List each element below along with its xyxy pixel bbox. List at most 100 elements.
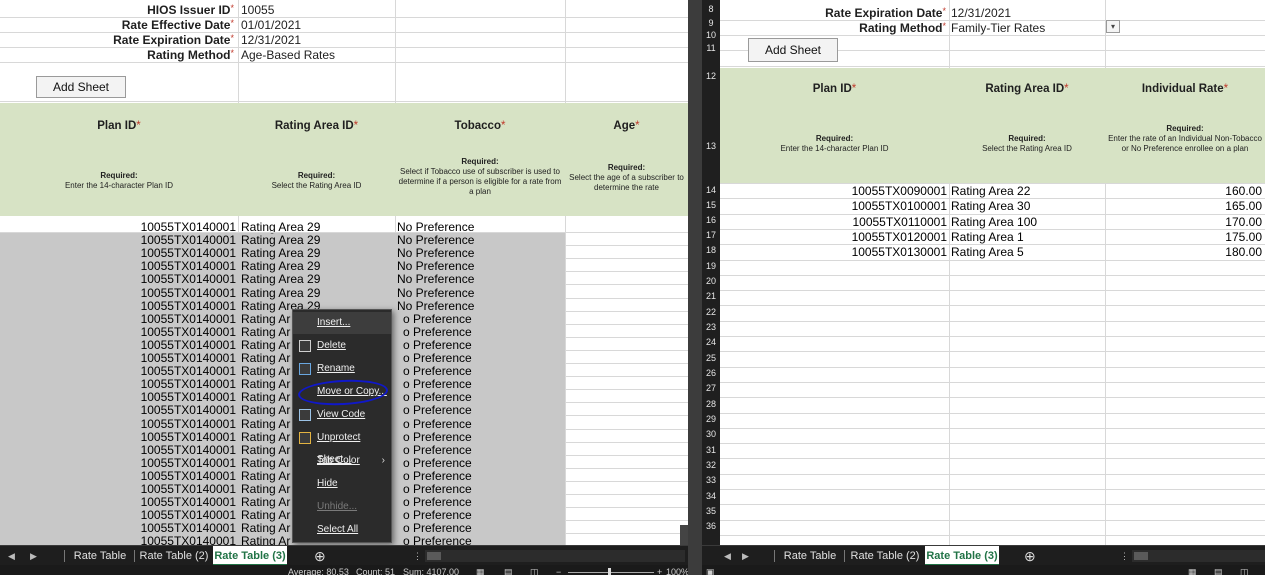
- rating-area-cell[interactable]: Rating Area 5: [951, 245, 1101, 259]
- row-number[interactable]: 23: [702, 321, 720, 334]
- rating-area-cell[interactable]: Rating Area 29: [241, 246, 391, 260]
- plan-id-cell[interactable]: 10055TX0140001: [0, 338, 236, 352]
- tobacco-cell[interactable]: o Preference: [403, 338, 563, 352]
- plan-id-cell[interactable]: 10055TX0100001: [722, 199, 947, 213]
- normal-view-icon[interactable]: ▦: [1188, 565, 1197, 575]
- tobacco-cell[interactable]: o Preference: [403, 508, 563, 522]
- more-options-icon[interactable]: ⋮: [413, 546, 422, 566]
- row-number[interactable]: 12: [702, 70, 720, 83]
- add-sheet-button-right[interactable]: Add Sheet: [748, 38, 838, 62]
- plan-id-cell[interactable]: 10055TX0140001: [0, 417, 236, 431]
- row-number[interactable]: 17: [702, 229, 720, 242]
- tobacco-cell[interactable]: No Preference: [397, 246, 562, 260]
- rating-area-cell[interactable]: Rating Ar: [241, 403, 292, 417]
- tobacco-cell[interactable]: No Preference: [397, 233, 562, 247]
- zoom-slider-thumb[interactable]: [608, 568, 611, 575]
- row-number[interactable]: 31: [702, 444, 720, 457]
- plan-id-cell[interactable]: 10055TX0140001: [0, 351, 236, 365]
- new-sheet-plus-icon[interactable]: ⊕: [1024, 546, 1036, 566]
- row-number[interactable]: 27: [702, 382, 720, 395]
- rating-area-cell[interactable]: Rating Ar: [241, 508, 292, 522]
- horizontal-scroll-thumb[interactable]: [427, 552, 441, 560]
- row-number[interactable]: 18: [702, 244, 720, 257]
- meta-value[interactable]: 12/31/2021: [241, 33, 301, 47]
- rating-area-cell[interactable]: Rating Area 22: [951, 184, 1101, 198]
- plan-id-cell[interactable]: 10055TX0140001: [0, 312, 236, 326]
- individual-rate-cell[interactable]: 180.00: [1107, 245, 1262, 259]
- sheet-tab-context-menu[interactable]: Insert... Delete Rename Move or Copy... View…: [292, 309, 392, 557]
- row-number[interactable]: 16: [702, 214, 720, 227]
- tobacco-cell[interactable]: o Preference: [403, 403, 563, 417]
- horizontal-scrollbar-right[interactable]: [1132, 550, 1265, 562]
- tab-rate-table-right[interactable]: Rate Table: [776, 546, 844, 566]
- plan-id-cell[interactable]: 10055TX0140001: [0, 286, 236, 300]
- tobacco-cell[interactable]: No Preference: [397, 286, 562, 300]
- tab-scroll-left-icon[interactable]: ◀: [8, 546, 15, 566]
- plan-id-cell[interactable]: 10055TX0110001: [722, 215, 947, 229]
- plan-id-cell[interactable]: 10055TX0140001: [0, 299, 236, 313]
- rating-area-cell[interactable]: Rating Ar: [241, 482, 292, 496]
- rating-area-cell[interactable]: Rating Area 100: [951, 215, 1101, 229]
- row-number[interactable]: 28: [702, 398, 720, 411]
- plan-id-cell[interactable]: 10055TX0140001: [0, 246, 236, 260]
- tobacco-cell[interactable]: No Preference: [397, 259, 562, 273]
- plan-id-cell[interactable]: 10055TX0140001: [0, 443, 236, 457]
- add-sheet-button[interactable]: Add Sheet: [36, 76, 126, 98]
- horizontal-scrollbar[interactable]: [425, 550, 685, 562]
- tab-scroll-right-icon[interactable]: ▶: [30, 546, 37, 566]
- plan-id-cell[interactable]: 10055TX0140001: [0, 272, 236, 286]
- rating-area-cell[interactable]: Rating Area 29: [241, 259, 391, 273]
- rating-area-cell[interactable]: Rating Ar: [241, 312, 292, 326]
- rating-area-cell[interactable]: Rating Area 29: [241, 233, 391, 247]
- page-break-view-icon[interactable]: ◫: [1240, 565, 1249, 575]
- right-worksheet-pane[interactable]: 8 9 10 11 12 13 14 15 16 17 18 19 20 21 22 23 24 25 26 27 28…: [702, 0, 1265, 575]
- menu-item[interactable]: Delete: [293, 335, 391, 357]
- rating-area-cell[interactable]: Rating Ar: [241, 417, 292, 431]
- tobacco-cell[interactable]: No Preference: [397, 299, 562, 313]
- page-layout-view-icon[interactable]: ▤: [1214, 565, 1223, 575]
- tab-scroll-right-icon[interactable]: ▶: [742, 546, 749, 566]
- zoom-level[interactable]: 100%: [666, 565, 688, 575]
- row-number[interactable]: 8: [702, 3, 720, 16]
- plan-id-cell[interactable]: 10055TX0140001: [0, 233, 236, 247]
- tobacco-cell[interactable]: o Preference: [403, 351, 563, 365]
- row-number[interactable]: 15: [702, 199, 720, 212]
- meta-value[interactable]: 10055: [241, 3, 274, 17]
- page-break-view-icon[interactable]: ◫: [530, 565, 539, 575]
- menu-item[interactable]: View Code: [293, 404, 391, 426]
- row-number[interactable]: 34: [702, 490, 720, 503]
- rating-area-cell[interactable]: Rating Ar: [241, 430, 292, 444]
- tobacco-cell[interactable]: o Preference: [403, 482, 563, 496]
- plan-id-cell[interactable]: 10055TX0140001: [0, 508, 236, 522]
- normal-view-icon[interactable]: ▦: [476, 565, 485, 575]
- plan-id-cell[interactable]: 10055TX0140001: [0, 456, 236, 470]
- zoom-in-icon[interactable]: +: [657, 565, 662, 575]
- horizontal-scroll-thumb[interactable]: [1134, 552, 1148, 560]
- plan-id-cell[interactable]: 10055TX0120001: [722, 230, 947, 244]
- new-sheet-plus-icon[interactable]: ⊕: [314, 546, 326, 566]
- menu-item[interactable]: Move or Copy...: [293, 381, 391, 403]
- tobacco-cell[interactable]: o Preference: [403, 377, 563, 391]
- rating-area-cell[interactable]: Rating Ar: [241, 364, 292, 378]
- rating-area-cell[interactable]: Rating Ar: [241, 325, 292, 339]
- tobacco-cell[interactable]: o Preference: [403, 430, 563, 444]
- menu-item[interactable]: Select All Sheets: [293, 519, 391, 557]
- plan-id-cell[interactable]: 10055TX0140001: [0, 325, 236, 339]
- individual-rate-cell[interactable]: 170.00: [1107, 215, 1262, 229]
- individual-rate-cell[interactable]: 165.00: [1107, 199, 1262, 213]
- row-number[interactable]: 22: [702, 306, 720, 319]
- individual-rate-cell[interactable]: 160.00: [1107, 184, 1262, 198]
- rating-area-cell[interactable]: Rating Ar: [241, 443, 292, 457]
- rating-area-cell[interactable]: Rating Ar: [241, 390, 292, 404]
- tab-rate-table-2-right[interactable]: Rate Table (2): [845, 546, 925, 566]
- tobacco-cell[interactable]: o Preference: [403, 364, 563, 378]
- plan-id-cell[interactable]: 10055TX0140001: [0, 259, 236, 273]
- rating-area-cell[interactable]: Rating Ar: [241, 377, 292, 391]
- tobacco-cell[interactable]: o Preference: [403, 312, 563, 326]
- rating-area-cell[interactable]: Rating Area 29: [241, 286, 391, 300]
- row-number[interactable]: 29: [702, 413, 720, 426]
- menu-item[interactable]: Tab Color ›: [293, 450, 391, 472]
- tobacco-cell[interactable]: o Preference: [403, 417, 563, 431]
- row-number[interactable]: 14: [702, 184, 720, 197]
- tobacco-cell[interactable]: No Preference: [397, 272, 562, 286]
